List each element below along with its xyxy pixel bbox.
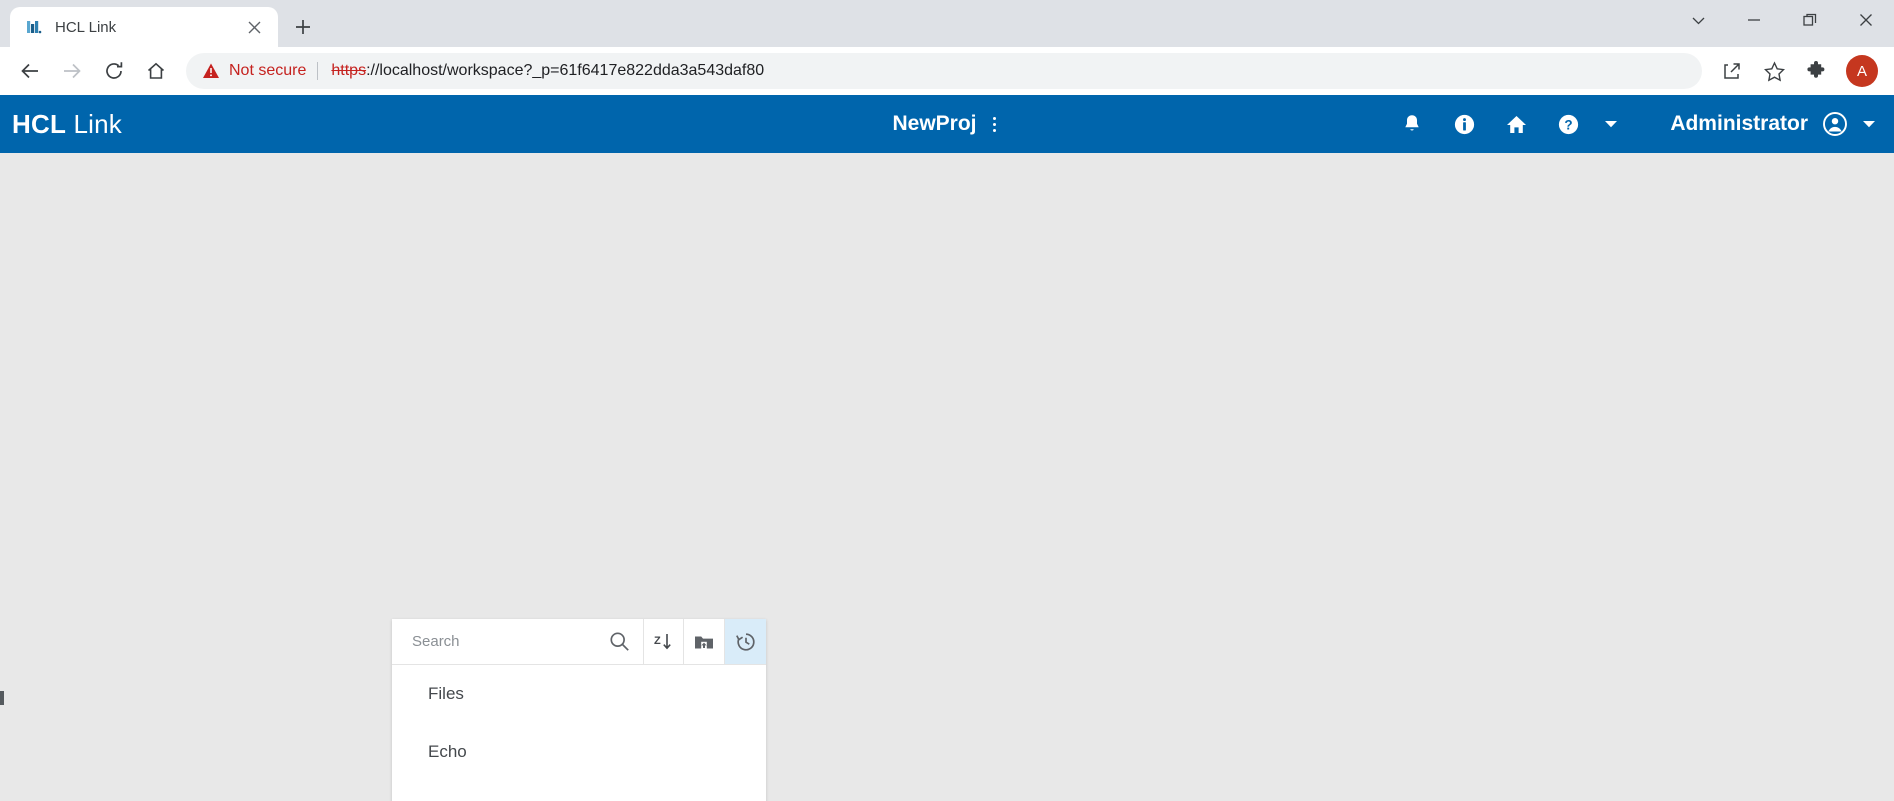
help-caret-down-icon[interactable] <box>1594 95 1628 153</box>
list-item[interactable]: Files <box>392 665 766 723</box>
minimize-button[interactable] <box>1726 0 1782 40</box>
profile-avatar[interactable]: A <box>1846 55 1878 87</box>
brand-bold: HCL <box>12 108 67 139</box>
search-field-wrapper <box>392 619 644 664</box>
home-icon[interactable] <box>1490 95 1542 153</box>
help-icon[interactable]: ? <box>1542 95 1594 153</box>
kebab-menu-icon[interactable] <box>987 111 1002 138</box>
folder-upload-icon[interactable] <box>684 619 726 664</box>
notifications-icon[interactable] <box>1386 95 1438 153</box>
project-name: NewProj <box>892 112 977 135</box>
user-caret-down-icon[interactable] <box>1852 95 1886 153</box>
browser-toolbar: Not secure https://localhost/workspace?_… <box>0 47 1894 95</box>
header-actions: ? Administrator <box>1386 95 1894 153</box>
browser-toolbar-actions: A <box>1712 51 1884 91</box>
arrow-right-icon[interactable] <box>52 51 92 91</box>
workspace-canvas[interactable]: Z Files Ec <box>0 153 1894 801</box>
panel-toolbar: Z <box>392 619 767 665</box>
hcl-logo-icon <box>24 17 44 37</box>
node-search-panel: Z Files Ec <box>392 619 767 801</box>
svg-text:Z: Z <box>654 635 661 647</box>
security-status-label: Not secure <box>229 62 307 79</box>
info-icon[interactable] <box>1438 95 1490 153</box>
list-item-label: Echo <box>428 742 467 761</box>
app-logo: HCL Link <box>12 109 122 140</box>
list-item[interactable]: Echo <box>392 723 766 781</box>
puzzle-icon[interactable] <box>1796 51 1836 91</box>
svg-text:?: ? <box>1564 117 1572 132</box>
magnifier-icon[interactable] <box>605 627 635 657</box>
search-input[interactable] <box>412 633 605 650</box>
brand-light: Link <box>73 108 122 139</box>
address-bar[interactable]: Not secure https://localhost/workspace?_… <box>186 53 1702 89</box>
arrow-left-icon[interactable] <box>10 51 50 91</box>
app-header: HCL Link NewProj ? Administrator <box>0 95 1894 153</box>
browser-title-bar: HCL Link <box>0 0 1894 47</box>
url-path: ://localhost/workspace?_p=61f6417e822dda… <box>366 62 765 79</box>
node-list: Files Echo Sink <box>392 665 766 801</box>
list-item-label: Files <box>428 684 464 703</box>
reload-icon[interactable] <box>94 51 134 91</box>
clock-history-icon[interactable] <box>725 619 767 664</box>
account-circle-icon[interactable] <box>1818 95 1852 153</box>
tab-title: HCL Link <box>55 18 117 36</box>
list-item[interactable]: Sink <box>392 781 766 801</box>
user-name-label: Administrator <box>1670 112 1808 135</box>
url-scheme: https <box>331 62 367 79</box>
home-icon[interactable] <box>136 51 176 91</box>
share-icon[interactable] <box>1712 51 1752 91</box>
new-tab-button[interactable] <box>286 10 320 44</box>
left-edge-handle[interactable] <box>0 691 4 705</box>
tab-strip: HCL Link <box>0 0 320 47</box>
tab-search-button[interactable] <box>1670 0 1726 40</box>
window-controls <box>1670 0 1894 40</box>
restore-button[interactable] <box>1782 0 1838 40</box>
star-icon[interactable] <box>1754 51 1794 91</box>
browser-tab[interactable]: HCL Link <box>10 7 278 47</box>
close-window-button[interactable] <box>1838 0 1894 40</box>
close-icon[interactable] <box>242 15 266 39</box>
sort-za-icon[interactable]: Z <box>644 619 685 664</box>
warning-triangle-icon <box>202 62 220 80</box>
omnibox-divider <box>317 62 319 80</box>
url-text: https://localhost/workspace?_p=61f6417e8… <box>331 62 764 80</box>
